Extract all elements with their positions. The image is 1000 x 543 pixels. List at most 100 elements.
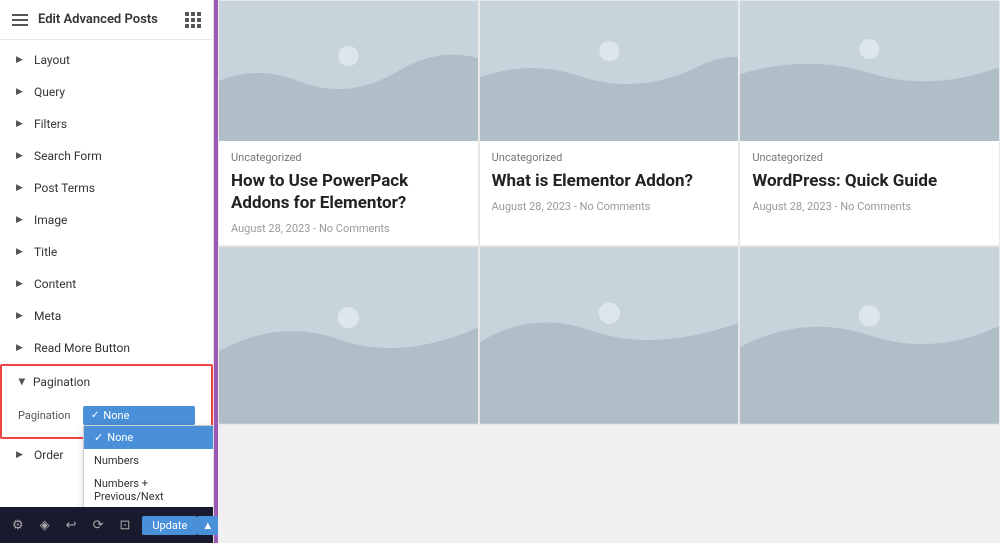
update-arrow-button[interactable]: ▲ bbox=[197, 516, 218, 535]
sidebar-item-search-form[interactable]: ▶ Search Form bbox=[0, 140, 213, 172]
post-content: Uncategorized WordPress: Quick Guide Aug… bbox=[740, 141, 999, 245]
sidebar-item-label: Query bbox=[34, 85, 65, 99]
pagination-section: ▶ Pagination Pagination ✓ None ✓ N bbox=[0, 364, 213, 439]
post-comments: No Comments bbox=[840, 200, 911, 213]
sidebar-item-label: Search Form bbox=[34, 149, 102, 163]
chevron-icon: ▶ bbox=[16, 215, 26, 225]
main-wrapper: Uncategorized How to Use PowerPack Addon… bbox=[214, 0, 1000, 543]
post-content: Uncategorized What is Elementor Addon? A… bbox=[480, 141, 739, 245]
sidebar-nav: ▶ Layout ▶ Query ▶ Filters ▶ Search Form… bbox=[0, 40, 213, 507]
sidebar-toolbar: ⚙ ◈ ↩ ⟳ ⊡ Update ▲ bbox=[0, 507, 213, 543]
post-comments: No Comments bbox=[319, 222, 390, 235]
chevron-icon: ▶ bbox=[16, 343, 26, 353]
post-card bbox=[479, 246, 740, 424]
option-label: Numbers bbox=[94, 454, 139, 467]
sidebar-item-label: Order bbox=[34, 448, 63, 462]
pagination-row: Pagination ✓ None ✓ None Numb bbox=[18, 406, 195, 425]
pagination-selected-value: None bbox=[103, 409, 129, 422]
option-label: None bbox=[107, 431, 133, 444]
post-meta: August 28, 2023 - No Comments bbox=[492, 200, 727, 213]
sidebar-item-image[interactable]: ▶ Image bbox=[0, 204, 213, 236]
post-category: Uncategorized bbox=[752, 151, 987, 164]
post-comments: No Comments bbox=[580, 200, 651, 213]
sidebar-item-label: Post Terms bbox=[34, 181, 95, 195]
post-card bbox=[218, 246, 479, 424]
history-icon[interactable]: ⟳ bbox=[89, 516, 108, 535]
post-category: Uncategorized bbox=[231, 151, 466, 164]
post-content: Uncategorized How to Use PowerPack Addon… bbox=[219, 141, 478, 245]
responsive-icon[interactable]: ⊡ bbox=[115, 516, 134, 535]
option-label: Numbers + Previous/Next bbox=[94, 477, 212, 503]
post-meta: August 28, 2023 - No Comments bbox=[231, 222, 466, 235]
post-date: August 28, 2023 bbox=[752, 200, 831, 213]
post-category: Uncategorized bbox=[492, 151, 727, 164]
sidebar-item-query[interactable]: ▶ Query bbox=[0, 76, 213, 108]
chevron-icon: ▶ bbox=[16, 279, 26, 289]
sidebar-item-title[interactable]: ▶ Title bbox=[0, 236, 213, 268]
chevron-icon: ▶ bbox=[16, 119, 26, 129]
post-image bbox=[740, 247, 999, 423]
post-card: Uncategorized WordPress: Quick Guide Aug… bbox=[739, 0, 1000, 246]
sidebar-header: Edit Advanced Posts bbox=[0, 0, 213, 40]
chevron-icon: ▶ bbox=[16, 151, 26, 161]
update-button[interactable]: Update bbox=[142, 516, 197, 535]
update-button-group: Update ▲ bbox=[142, 516, 218, 535]
sidebar-item-label: Content bbox=[34, 277, 76, 291]
sidebar-item-label: Image bbox=[34, 213, 67, 227]
post-image bbox=[219, 247, 478, 423]
dropdown-option-numbers-prev-next[interactable]: Numbers + Previous/Next bbox=[84, 472, 213, 507]
sidebar-item-label: Read More Button bbox=[34, 341, 130, 355]
dropdown-option-numbers[interactable]: Numbers bbox=[84, 449, 213, 472]
dropdown-option-none[interactable]: ✓ None bbox=[84, 426, 213, 449]
post-date: August 28, 2023 bbox=[231, 222, 310, 235]
grid-icon[interactable] bbox=[185, 12, 201, 28]
sidebar-item-layout[interactable]: ▶ Layout bbox=[0, 44, 213, 76]
chevron-icon: ▶ bbox=[16, 87, 26, 97]
main-inner: Uncategorized How to Use PowerPack Addon… bbox=[218, 0, 1000, 543]
layers-icon[interactable]: ◈ bbox=[36, 516, 54, 535]
sidebar-item-post-terms[interactable]: ▶ Post Terms bbox=[0, 172, 213, 204]
chevron-icon: ▶ bbox=[16, 55, 26, 65]
post-card bbox=[739, 246, 1000, 424]
chevron-icon: ▶ bbox=[16, 450, 26, 460]
post-title: WordPress: Quick Guide bbox=[752, 170, 987, 192]
pagination-label: Pagination bbox=[33, 375, 90, 389]
chevron-icon: ▶ bbox=[16, 311, 26, 321]
post-image bbox=[480, 247, 739, 423]
sidebar-title: Edit Advanced Posts bbox=[38, 12, 158, 27]
sidebar: Edit Advanced Posts ▶ Layout ▶ Query ▶ F… bbox=[0, 0, 214, 543]
sidebar-item-label: Filters bbox=[34, 117, 67, 131]
chevron-icon: ▶ bbox=[16, 183, 26, 193]
post-card: Uncategorized How to Use PowerPack Addon… bbox=[218, 0, 479, 246]
post-card: Uncategorized What is Elementor Addon? A… bbox=[479, 0, 740, 246]
sidebar-item-filters[interactable]: ▶ Filters bbox=[0, 108, 213, 140]
sidebar-item-label: Layout bbox=[34, 53, 70, 67]
settings-icon[interactable]: ⚙ bbox=[8, 516, 28, 535]
post-image bbox=[219, 1, 478, 141]
post-title: What is Elementor Addon? bbox=[492, 170, 727, 192]
pagination-field-label: Pagination bbox=[18, 409, 83, 422]
pagination-dropdown-menu: ✓ None Numbers Numbers + Previous/Next L… bbox=[83, 425, 213, 507]
sidebar-header-left: Edit Advanced Posts bbox=[12, 12, 158, 27]
hamburger-icon[interactable] bbox=[12, 14, 28, 26]
sidebar-item-label: Title bbox=[34, 245, 57, 259]
check-icon: ✓ bbox=[91, 410, 99, 421]
sidebar-item-label: Meta bbox=[34, 309, 61, 323]
pagination-body: Pagination ✓ None ✓ None Numb bbox=[2, 398, 211, 437]
sidebar-item-content[interactable]: ▶ Content bbox=[0, 268, 213, 300]
post-image bbox=[480, 1, 739, 141]
posts-grid: Uncategorized How to Use PowerPack Addon… bbox=[218, 0, 1000, 425]
post-date: August 28, 2023 bbox=[492, 200, 571, 213]
undo-icon[interactable]: ↩ bbox=[62, 516, 81, 535]
check-icon: ✓ bbox=[94, 431, 103, 444]
pagination-dropdown-container: ✓ None ✓ None Numbers bbox=[83, 406, 195, 425]
sidebar-item-meta[interactable]: ▶ Meta bbox=[0, 300, 213, 332]
post-image bbox=[740, 1, 999, 141]
post-title: How to Use PowerPack Addons for Elemento… bbox=[231, 170, 466, 214]
chevron-icon: ▶ bbox=[16, 247, 26, 257]
post-meta: August 28, 2023 - No Comments bbox=[752, 200, 987, 213]
pagination-chevron-icon: ▶ bbox=[16, 379, 26, 386]
pagination-header[interactable]: ▶ Pagination bbox=[2, 366, 211, 398]
pagination-dropdown-selected[interactable]: ✓ None bbox=[83, 406, 195, 425]
sidebar-item-read-more[interactable]: ▶ Read More Button bbox=[0, 332, 213, 364]
